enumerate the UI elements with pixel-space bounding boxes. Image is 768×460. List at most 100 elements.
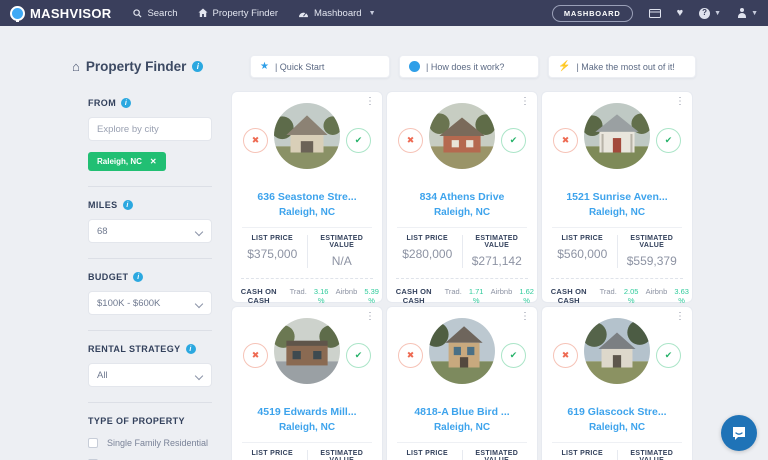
airbnb-value: 5.39 % bbox=[361, 287, 382, 305]
messages-icon[interactable] bbox=[649, 9, 661, 18]
property-address-link[interactable]: 834 Athens Drive bbox=[387, 191, 537, 203]
reject-property-button[interactable]: ✖ bbox=[243, 128, 268, 153]
rental-strategy-select[interactable]: All bbox=[88, 363, 212, 387]
trad-value: 1.71 % bbox=[466, 287, 487, 305]
property-city: Raleigh, NC bbox=[232, 422, 382, 433]
info-icon[interactable]: i bbox=[192, 61, 203, 72]
quick-start-button[interactable]: ★ | Quick Start bbox=[250, 55, 390, 78]
nav-item-label: Property Finder bbox=[213, 8, 278, 19]
property-city: Raleigh, NC bbox=[542, 207, 692, 218]
divider bbox=[397, 227, 527, 228]
trad-label: Trad. bbox=[600, 287, 617, 296]
search-icon bbox=[133, 9, 142, 18]
nav-item-mashboard[interactable]: Mashboard ▼ bbox=[298, 8, 375, 19]
make-the-most-label: | Make the most out of it! bbox=[576, 62, 674, 72]
miles-select[interactable]: 68 bbox=[88, 219, 212, 243]
type-of-property-label: TYPE OF PROPERTY bbox=[88, 416, 212, 426]
page-header: ⌂ Property Finder i ★ | Quick Start ? | … bbox=[72, 55, 696, 78]
budget-label: BUDGET i bbox=[88, 272, 212, 282]
budget-select[interactable]: $100K - $600K bbox=[88, 291, 212, 315]
accept-property-button[interactable]: ✔ bbox=[346, 128, 371, 153]
estimated-value-label: ESTIMATED VALUE bbox=[463, 235, 532, 249]
make-the-most-button[interactable]: ⚡ | Make the most out of it! bbox=[548, 55, 696, 78]
accept-property-button[interactable]: ✔ bbox=[501, 128, 526, 153]
property-address-link[interactable]: 4519 Edwards Mill... bbox=[232, 406, 382, 418]
trad-label: Trad. bbox=[290, 287, 307, 296]
reject-property-button[interactable]: ✖ bbox=[398, 128, 423, 153]
user-icon bbox=[737, 8, 747, 18]
property-city: Raleigh, NC bbox=[232, 207, 382, 218]
list-price-label: LIST PRICE bbox=[238, 450, 307, 457]
filters-sidebar: FROM i Raleigh, NC ✕ MILES i 68 BUDGET i… bbox=[88, 98, 212, 460]
chevron-down-icon: ▼ bbox=[369, 10, 376, 17]
property-address-link[interactable]: 619 Glascock Stre... bbox=[542, 406, 692, 418]
accept-property-button[interactable]: ✔ bbox=[501, 343, 526, 368]
airbnb-label: Airbnb bbox=[491, 287, 513, 296]
help-menu[interactable]: ? ▼ bbox=[699, 8, 721, 19]
reject-property-button[interactable]: ✖ bbox=[553, 128, 578, 153]
favorites-heart-icon[interactable]: ♥ bbox=[677, 8, 684, 19]
property-card: ⋮ ✖ ✔ 1521 Sunrise Aven... Raleigh, NC L… bbox=[541, 91, 693, 303]
nav-item-label: Mashboard bbox=[314, 8, 362, 19]
estimated-value: N/A bbox=[308, 254, 377, 268]
mashboard-button[interactable]: MASHBOARD bbox=[552, 5, 633, 22]
remove-tag-icon[interactable]: ✕ bbox=[150, 157, 157, 166]
brand-logo[interactable]: MASHVISOR bbox=[10, 6, 111, 21]
mashboard-icon bbox=[298, 9, 309, 18]
info-icon[interactable]: i bbox=[133, 272, 143, 282]
miles-label: MILES i bbox=[88, 200, 212, 210]
list-price-label: LIST PRICE bbox=[548, 235, 617, 242]
divider bbox=[88, 330, 212, 331]
how-does-it-work-button[interactable]: ? | How does it work? bbox=[399, 55, 539, 78]
city-search-input[interactable] bbox=[88, 117, 212, 141]
info-icon[interactable]: i bbox=[123, 200, 133, 210]
info-icon[interactable]: i bbox=[186, 344, 196, 354]
chat-widget-button[interactable] bbox=[721, 415, 757, 451]
lightning-icon: ⚡ bbox=[558, 62, 570, 72]
top-navbar: MASHVISOR Search Property Finder Mashboa… bbox=[0, 0, 768, 26]
question-icon: ? bbox=[699, 8, 710, 19]
trad-label: Trad. bbox=[445, 287, 462, 296]
list-price-label: LIST PRICE bbox=[548, 450, 617, 457]
checkbox-single-family[interactable]: Single Family Residential bbox=[88, 438, 212, 448]
accept-property-button[interactable]: ✔ bbox=[346, 343, 371, 368]
reject-property-button[interactable]: ✖ bbox=[553, 343, 578, 368]
cash-on-cash-label: CASH ON CASH bbox=[542, 287, 596, 305]
city-tag: Raleigh, NC ✕ bbox=[88, 152, 166, 171]
info-icon[interactable]: i bbox=[121, 98, 131, 108]
property-photo bbox=[274, 318, 340, 384]
property-address-link[interactable]: 636 Seastone Stre... bbox=[232, 191, 382, 203]
divider bbox=[241, 278, 373, 279]
divider bbox=[88, 186, 212, 187]
property-city: Raleigh, NC bbox=[387, 422, 537, 433]
estimated-value-label: ESTIMATED VALUE bbox=[618, 235, 687, 249]
how-does-it-work-label: | How does it work? bbox=[426, 62, 504, 72]
accept-property-button[interactable]: ✔ bbox=[656, 128, 681, 153]
account-menu[interactable]: ▼ bbox=[737, 8, 758, 18]
reject-property-button[interactable]: ✖ bbox=[398, 343, 423, 368]
divider bbox=[551, 278, 683, 279]
reject-property-button[interactable]: ✖ bbox=[243, 343, 268, 368]
airbnb-value: 1.62 % bbox=[516, 287, 537, 305]
property-card: ⋮ ✖ ✔ 834 Athens Drive Raleigh, NC LIST … bbox=[386, 91, 538, 303]
nav-item-search[interactable]: Search bbox=[133, 8, 177, 19]
estimated-value: $559,379 bbox=[618, 254, 687, 268]
home-icon bbox=[198, 8, 208, 18]
estimated-value-label: ESTIMATED VALUE bbox=[308, 235, 377, 249]
property-city: Raleigh, NC bbox=[387, 207, 537, 218]
property-city: Raleigh, NC bbox=[542, 422, 692, 433]
property-photo bbox=[429, 318, 495, 384]
nav-item-property-finder[interactable]: Property Finder bbox=[198, 8, 278, 19]
city-tag-label: Raleigh, NC bbox=[97, 157, 142, 166]
miles-value: 68 bbox=[97, 226, 108, 237]
property-photo bbox=[274, 103, 340, 169]
list-price-value: $560,000 bbox=[548, 247, 617, 261]
property-address-link[interactable]: 1521 Sunrise Aven... bbox=[542, 191, 692, 203]
property-card: ⋮ ✖ ✔ 619 Glascock Stre... Raleigh, NC L… bbox=[541, 306, 693, 460]
property-address-link[interactable]: 4818-A Blue Bird ... bbox=[387, 406, 537, 418]
accept-property-button[interactable]: ✔ bbox=[656, 343, 681, 368]
home-icon: ⌂ bbox=[72, 59, 80, 74]
divider bbox=[397, 442, 527, 443]
airbnb-label: Airbnb bbox=[646, 287, 668, 296]
budget-value: $100K - $600K bbox=[97, 298, 160, 309]
